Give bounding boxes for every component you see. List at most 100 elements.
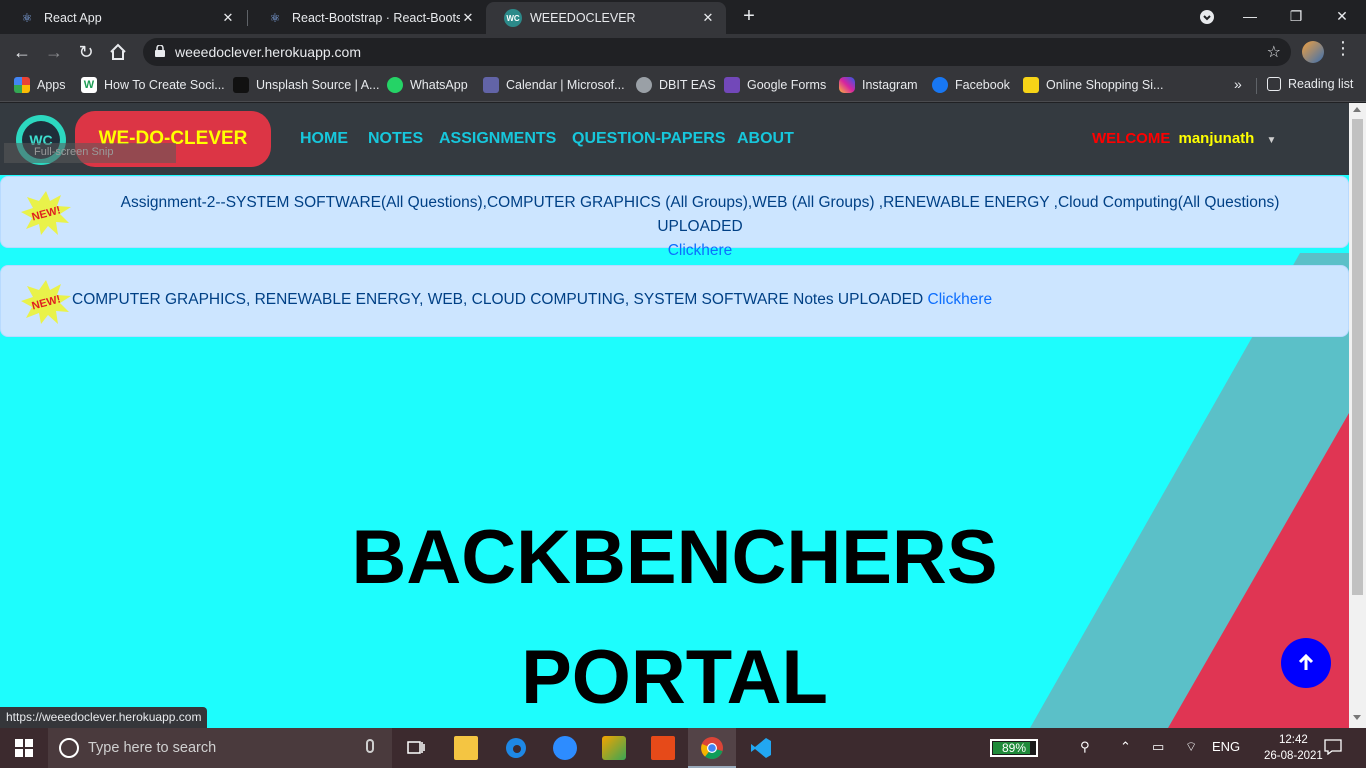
react-icon: ⚛ (269, 11, 281, 25)
bookmark-label: Instagram (862, 78, 918, 92)
battery-indicator[interactable]: 89% (990, 739, 1038, 757)
task-view-icon[interactable] (404, 736, 428, 760)
people-icon[interactable]: ⚲ (1080, 739, 1090, 755)
bookmark-facebook[interactable]: Facebook (932, 77, 1010, 93)
taskbar-clock[interactable]: 12:42 26-08-2021 (1264, 732, 1323, 764)
menu-kebab-icon[interactable]: ⋮ (1334, 38, 1352, 59)
close-icon[interactable]: ✕ (220, 10, 236, 26)
facebook-icon (932, 77, 948, 93)
chrome-icon[interactable] (700, 736, 724, 760)
unsplash-icon (233, 77, 249, 93)
announcement-notes: NEW! COMPUTER GRAPHICS, RENEWABLE ENERGY… (0, 265, 1349, 337)
cortana-icon (59, 738, 79, 758)
assignments-clickhere-link[interactable]: Clickhere (668, 242, 733, 259)
chevron-up-icon[interactable]: ⌃ (1120, 739, 1131, 755)
bookmark-instagram[interactable]: Instagram (839, 77, 918, 93)
alert-text: Assignment-2--SYSTEM SOFTWARE(All Questi… (85, 191, 1315, 263)
welcome-label: WELCOME (1092, 130, 1171, 147)
nav-question-papers[interactable]: QUESTION-PAPERS (572, 130, 726, 148)
bookmark-apps[interactable]: Apps (14, 77, 66, 93)
scroll-to-top-button[interactable] (1281, 638, 1331, 688)
reading-list-label: Reading list (1288, 77, 1354, 91)
scroll-up-arrow[interactable] (1353, 107, 1361, 112)
bookmark-online-shopping[interactable]: Online Shopping Si... (1023, 77, 1163, 93)
reading-list-icon (1267, 77, 1281, 91)
bookmark-calendar[interactable]: Calendar | Microsof... (483, 77, 625, 93)
snip-overlay-label: Full-screen Snip (4, 143, 176, 163)
window-close-button[interactable]: ✕ (1324, 4, 1360, 28)
office-icon[interactable] (651, 736, 675, 760)
new-badge-icon: NEW! (21, 191, 71, 235)
wifi-icon[interactable]: ⌔ (1185, 739, 1197, 755)
lock-icon (155, 45, 165, 57)
bookmark-label: Facebook (955, 78, 1010, 92)
notes-clickhere-link[interactable]: Clickhere (928, 291, 993, 308)
taskbar-search-box[interactable]: Type here to search (48, 728, 392, 768)
games-icon[interactable] (602, 736, 626, 760)
user-menu-dropdown[interactable]: WELCOME manjunath ▼ (1092, 130, 1276, 147)
tab-weeedoclever[interactable]: WC WEEEDOCLEVER ✕ (486, 2, 726, 34)
tab-react-app[interactable]: ⚛ React App ✕ (0, 2, 246, 34)
address-bar[interactable]: weeedoclever.herokuapp.com ☆ (143, 38, 1291, 66)
bookmark-label: Apps (37, 78, 66, 92)
back-arrow-icon[interactable]: ← (10, 40, 34, 64)
nav-home[interactable]: HOME (300, 130, 348, 148)
microphone-icon[interactable] (366, 739, 374, 753)
bookmarks-overflow-icon[interactable]: » (1234, 76, 1242, 92)
edge-icon[interactable] (504, 736, 528, 760)
new-tab-button[interactable]: + (738, 6, 760, 28)
profile-avatar[interactable] (1302, 41, 1324, 63)
instagram-icon (839, 77, 855, 93)
arrow-up-icon (1298, 654, 1314, 670)
scroll-down-arrow[interactable] (1353, 715, 1361, 720)
zoom-icon[interactable] (553, 736, 577, 760)
bookmark-google-forms[interactable]: Google Forms (724, 77, 826, 93)
tab-title: React-Bootstrap · React-Bootstrap (292, 11, 460, 25)
vscode-icon[interactable] (749, 736, 773, 760)
clock-time: 12:42 (1279, 734, 1308, 746)
bookmark-label: Unsplash Source | A... (256, 78, 380, 92)
site-navbar: WC WE-DO-CLEVER Full-screen Snip HOME NO… (0, 103, 1349, 175)
maximize-button[interactable]: ❐ (1278, 4, 1314, 28)
language-indicator[interactable]: ENG (1212, 739, 1240, 754)
battery-percent: 89% (1001, 741, 1027, 755)
forward-arrow-icon[interactable]: → (42, 40, 66, 64)
tab-title: React App (44, 11, 102, 25)
nav-about[interactable]: ABOUT (737, 130, 794, 148)
reading-list-button[interactable]: Reading list (1267, 77, 1353, 91)
close-icon[interactable]: ✕ (700, 10, 716, 26)
tab-search-icon[interactable] (1189, 4, 1225, 28)
browser-toolbar: ← → ↻ weeedoclever.herokuapp.com ☆ ⋮ (0, 34, 1366, 70)
file-explorer-icon[interactable] (454, 736, 478, 760)
tab-strip: ⚛ React App ✕ ⚛ React-Bootstrap · React-… (0, 0, 1366, 34)
bookmark-how-to-create[interactable]: W How To Create Soci... (81, 77, 225, 93)
hero-heading: BACKBENCHERS PORTAL (0, 498, 1349, 728)
bookmark-unsplash[interactable]: Unsplash Source | A... (233, 77, 379, 93)
windows-start-icon[interactable] (0, 728, 48, 768)
home-icon[interactable] (106, 40, 130, 64)
bookmark-label: Google Forms (747, 78, 827, 92)
reload-icon[interactable]: ↻ (74, 40, 98, 64)
bookmark-dbit-eas[interactable]: DBIT EAS (636, 77, 716, 93)
bookmark-label: Calendar | Microsof... (506, 78, 625, 92)
close-icon[interactable]: ✕ (460, 10, 476, 26)
minimize-button[interactable]: — (1232, 4, 1268, 28)
page-viewport: WC WE-DO-CLEVER Full-screen Snip HOME NO… (0, 103, 1349, 728)
announcement-assignments: NEW! Assignment-2--SYSTEM SOFTWARE(All Q… (0, 176, 1349, 259)
alert-message: COMPUTER GRAPHICS, RENEWABLE ENERGY, WEB… (72, 291, 928, 308)
nav-assignments[interactable]: ASSIGNMENTS (439, 130, 556, 148)
tab-react-bootstrap[interactable]: ⚛ React-Bootstrap · React-Bootstrap ✕ (248, 2, 486, 34)
nav-notes[interactable]: NOTES (368, 130, 423, 148)
notification-center-icon[interactable] (1324, 739, 1342, 758)
scrollbar-thumb[interactable] (1352, 119, 1363, 595)
bookmarks-bar: Apps W How To Create Soci... Unsplash So… (0, 70, 1366, 102)
bookmark-whatsapp[interactable]: WhatsApp (387, 77, 468, 93)
whatsapp-icon (387, 77, 403, 93)
flipkart-icon (1023, 77, 1039, 93)
clock-date: 26-08-2021 (1264, 750, 1323, 762)
battery-tray-icon[interactable]: ▭ (1152, 739, 1164, 755)
bookmark-label: WhatsApp (410, 78, 468, 92)
page-scrollbar[interactable] (1349, 103, 1366, 728)
alert-text: COMPUTER GRAPHICS, RENEWABLE ENERGY, WEB… (72, 291, 992, 309)
bookmark-star-icon[interactable]: ☆ (1267, 42, 1281, 62)
